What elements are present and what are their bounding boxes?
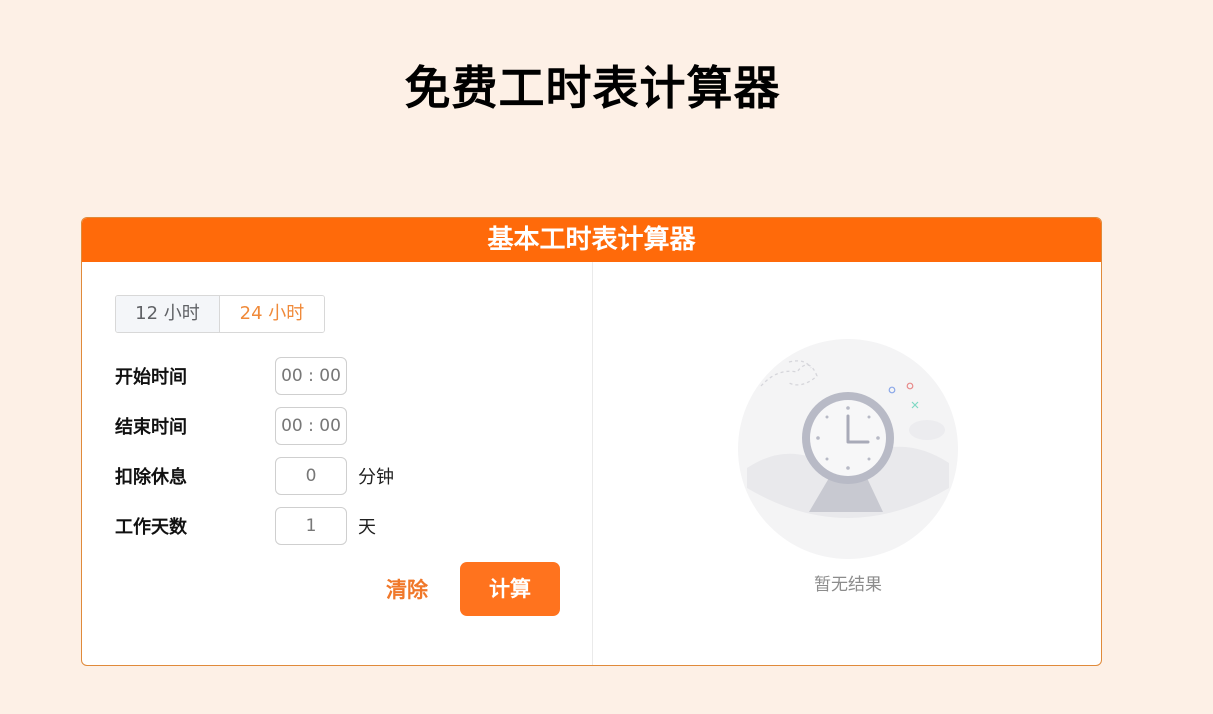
time-format-toggle: 12 小时 24 小时 <box>115 295 325 333</box>
break-unit: 分钟 <box>358 467 394 488</box>
start-time-label: 开始时间 <box>115 367 187 388</box>
end-time-input[interactable]: 00 : 00 <box>275 407 347 445</box>
card-body: 12 小时 24 小时 开始时间 00 : 00 结束时间 00 : 00 扣除… <box>82 262 1101 665</box>
page-title: 免费工时表计算器 <box>404 61 781 115</box>
calculate-button[interactable]: 计算 <box>460 562 560 616</box>
break-row: 扣除休息 0 分钟 <box>115 456 394 496</box>
mode-12-hour-button[interactable]: 12 小时 <box>116 296 220 332</box>
work-days-label: 工作天数 <box>115 517 187 538</box>
work-days-unit: 天 <box>358 517 376 538</box>
work-days-row: 工作天数 1 天 <box>115 506 376 546</box>
clear-button[interactable]: 清除 <box>382 574 432 604</box>
end-time-row: 结束时间 00 : 00 <box>115 406 347 446</box>
break-label: 扣除休息 <box>115 467 187 488</box>
card-title: 基本工时表计算器 <box>82 218 1101 262</box>
input-panel: 12 小时 24 小时 开始时间 00 : 00 结束时间 00 : 00 扣除… <box>82 262 593 665</box>
result-panel: 暂无结果 <box>593 262 1101 665</box>
calculator-card: 基本工时表计算器 12 小时 24 小时 开始时间 00 : 00 结束时间 0… <box>81 217 1102 666</box>
start-time-input[interactable]: 00 : 00 <box>275 357 347 395</box>
end-time-label: 结束时间 <box>115 417 187 438</box>
break-minutes-input[interactable]: 0 <box>275 457 347 495</box>
mode-24-hour-button[interactable]: 24 小时 <box>220 296 324 332</box>
empty-result-text: 暂无结果 <box>814 575 882 595</box>
clock-empty-illustration-icon <box>738 339 958 559</box>
work-days-input[interactable]: 1 <box>275 507 347 545</box>
start-time-row: 开始时间 00 : 00 <box>115 356 347 396</box>
